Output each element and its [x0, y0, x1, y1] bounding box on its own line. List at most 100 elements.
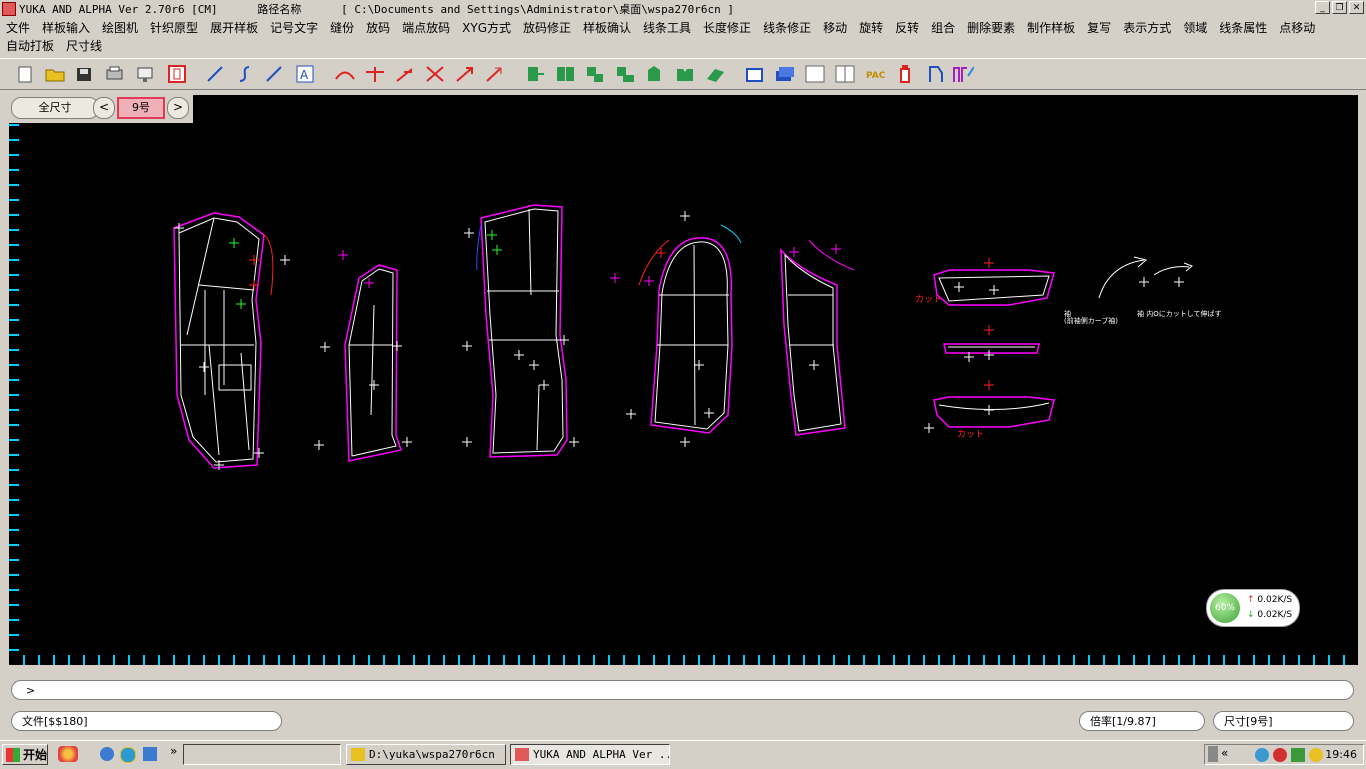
menu-item-19[interactable]: 删除要素: [967, 19, 1015, 36]
pac-icon[interactable]: PAC: [864, 63, 886, 85]
menu-item-row2-0[interactable]: 自动打板: [6, 37, 54, 54]
menu-item-6[interactable]: 缝份: [330, 19, 354, 36]
under-sleeve-piece[interactable]: [780, 239, 855, 436]
plotter-icon[interactable]: [104, 63, 126, 85]
cross-marker[interactable]: [924, 423, 934, 433]
cross-marker[interactable]: [656, 248, 666, 258]
cross-marker[interactable]: [529, 360, 539, 370]
combine-piece-icon[interactable]: [644, 63, 666, 85]
cross-marker[interactable]: [462, 437, 472, 447]
menu-item-13[interactable]: 长度修正: [703, 19, 751, 36]
task-yuka-window[interactable]: YUKA AND ALPHA Ver ...: [510, 744, 670, 765]
new-file-icon[interactable]: [14, 63, 36, 85]
cross-marker[interactable]: [254, 448, 264, 458]
menu-item-8[interactable]: 端点放码: [402, 19, 450, 36]
cross-marker[interactable]: [320, 342, 330, 352]
cross-marker[interactable]: [1139, 277, 1149, 287]
cross-marker[interactable]: [694, 360, 704, 370]
tray-volume-icon[interactable]: [1309, 748, 1323, 762]
quicklaunch-app-icon[interactable]: [58, 746, 78, 762]
current-size-field[interactable]: 9号: [117, 97, 165, 119]
all-size-button[interactable]: 全尺寸: [11, 97, 99, 119]
front-body-piece[interactable]: [173, 212, 274, 469]
dart-tool-icon[interactable]: [926, 63, 948, 85]
tray-expand-icon[interactable]: «: [1221, 746, 1228, 760]
collar-piece-bottom[interactable]: [933, 396, 1055, 428]
network-monitor-widget[interactable]: 60% ↑ 0.02K/S ↓ 0.02K/S: [1206, 589, 1300, 627]
side-panel-piece[interactable]: [344, 264, 402, 462]
quicklaunch-ie-icon[interactable]: [120, 747, 136, 763]
back-body-piece[interactable]: [476, 204, 568, 458]
layers-icon[interactable]: [774, 63, 796, 85]
menu-item-7[interactable]: 放码: [366, 19, 390, 36]
start-button[interactable]: 开始: [2, 744, 48, 765]
digitizer-icon[interactable]: [134, 63, 156, 85]
tray-security-icon[interactable]: [1273, 748, 1287, 762]
upper-sleeve-piece[interactable]: [638, 224, 742, 434]
cross-marker[interactable]: [680, 211, 690, 221]
grading-point-markers[interactable]: [174, 211, 1184, 470]
menu-item-25[interactable]: 点移动: [1279, 19, 1315, 36]
cross-marker[interactable]: [364, 278, 374, 288]
cross-marker[interactable]: [338, 250, 348, 260]
line-tool-icon[interactable]: [204, 63, 226, 85]
cross-marker[interactable]: [569, 437, 579, 447]
task-explorer-window[interactable]: D:\yuka\wspa270r6cn: [346, 744, 506, 765]
perpendicular-icon[interactable]: [364, 63, 386, 85]
next-size-button[interactable]: >: [167, 97, 189, 119]
menu-item-17[interactable]: 反转: [895, 19, 919, 36]
cross-marker[interactable]: [984, 325, 994, 335]
cross-marker[interactable]: [249, 255, 259, 265]
grading-point-markers-red[interactable]: [249, 248, 994, 390]
cross-marker[interactable]: [492, 245, 502, 255]
cross-marker[interactable]: [392, 341, 402, 351]
curve-tool-icon[interactable]: [234, 63, 256, 85]
menu-item-10[interactable]: 放码修正: [523, 19, 571, 36]
menu-item-18[interactable]: 组合: [931, 19, 955, 36]
menu-item-1[interactable]: 样板输入: [42, 19, 90, 36]
quicklaunch-more-icon[interactable]: »: [170, 744, 177, 758]
menu-item-11[interactable]: 样板确认: [583, 19, 631, 36]
cross-marker[interactable]: [610, 273, 620, 283]
cross-marker[interactable]: [229, 238, 239, 248]
copy-piece-icon[interactable]: [554, 63, 576, 85]
menu-item-15[interactable]: 移动: [823, 19, 847, 36]
tray-network-icon[interactable]: [1255, 748, 1269, 762]
cross-marker[interactable]: [984, 405, 994, 415]
notch-icon[interactable]: [674, 63, 696, 85]
cross-marker[interactable]: [539, 380, 549, 390]
restore-button[interactable]: ❐: [1332, 1, 1347, 14]
menu-item-16[interactable]: 旋转: [859, 19, 883, 36]
pattern-piece-icon[interactable]: [166, 63, 188, 85]
drawing-canvas[interactable]: カット カット 袖 (前袖側カーブ袖) 袖 内Oにカットして伸ばす: [9, 95, 1358, 665]
menu-item-22[interactable]: 表示方式: [1123, 19, 1171, 36]
cross-marker[interactable]: [462, 341, 472, 351]
cross-marker[interactable]: [809, 360, 819, 370]
quicklaunch-desktop-icon[interactable]: [143, 747, 157, 761]
rotate-piece-icon[interactable]: [584, 63, 606, 85]
window-layout-icon[interactable]: [744, 63, 766, 85]
menu-item-24[interactable]: 线条属性: [1219, 19, 1267, 36]
grading-point-markers-green[interactable]: [229, 230, 502, 309]
cross-marker[interactable]: [514, 350, 524, 360]
cross-marker[interactable]: [464, 228, 474, 238]
menu-item-14[interactable]: 线条修正: [763, 19, 811, 36]
menu-item-5[interactable]: 记号文字: [270, 19, 318, 36]
angle-line-icon[interactable]: [394, 63, 416, 85]
grading-point-markers-magenta[interactable]: [338, 244, 841, 288]
menu-item-12[interactable]: 线条工具: [643, 19, 691, 36]
menu-item-4[interactable]: 展开样板: [210, 19, 258, 36]
quicklaunch-browser-icon[interactable]: [100, 747, 114, 761]
cross-marker[interactable]: [487, 230, 497, 240]
bottle-icon[interactable]: [894, 63, 916, 85]
arc-tool-icon[interactable]: [334, 63, 356, 85]
cross-marker[interactable]: [369, 380, 379, 390]
split-view-icon[interactable]: [834, 63, 856, 85]
cross-marker[interactable]: [236, 299, 246, 309]
extend-line-icon[interactable]: [454, 63, 476, 85]
cross-marker[interactable]: [984, 258, 994, 268]
command-input[interactable]: >: [11, 680, 1354, 700]
shorten-line-icon[interactable]: [484, 63, 506, 85]
cross-marker[interactable]: [280, 255, 290, 265]
seam-allowance-icon[interactable]: [704, 63, 726, 85]
